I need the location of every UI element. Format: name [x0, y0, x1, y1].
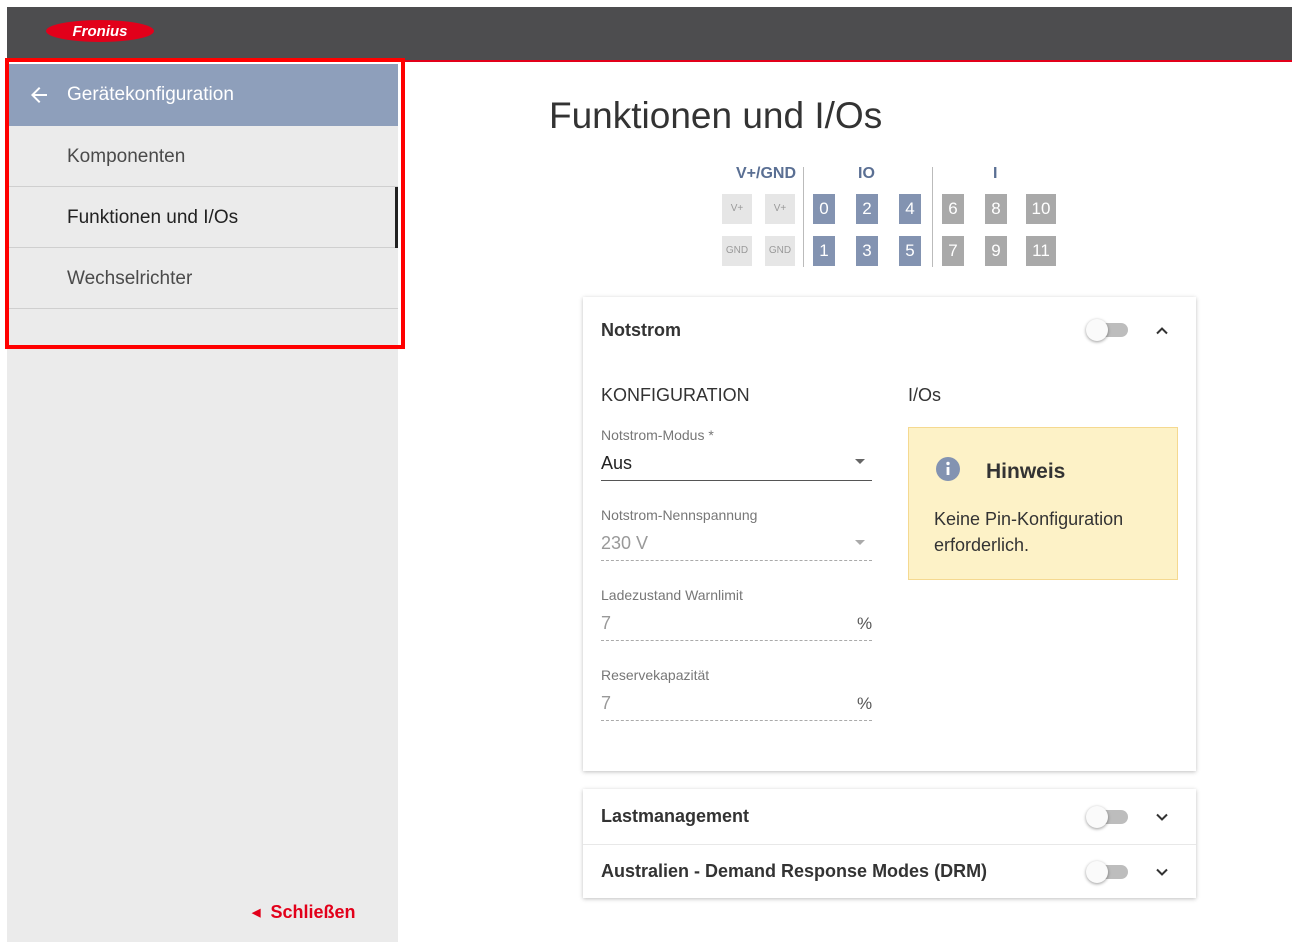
close-label: Schließen	[270, 902, 356, 922]
pin-vplus: V+	[722, 194, 752, 224]
warnlimit-input[interactable]: 7	[601, 613, 611, 634]
sidebar-item-funktionen-und-ios[interactable]: Funktionen und I/Os	[7, 187, 398, 248]
pin-gnd: GND	[722, 236, 752, 266]
pin-io-0[interactable]: 0	[813, 194, 835, 224]
sidebar-item-label: Komponenten	[67, 146, 186, 167]
top-bar: Fronius	[0, 0, 1292, 62]
pin-io-5[interactable]: 5	[899, 236, 921, 266]
reserve-unit: %	[857, 694, 873, 713]
notstrom-modus-select[interactable]: Aus	[601, 453, 632, 474]
lastmanagement-toggle[interactable]	[1086, 806, 1128, 828]
dropdown-arrow-icon[interactable]	[855, 540, 865, 545]
warnlimit-unit: %	[857, 614, 873, 633]
dropdown-arrow-icon[interactable]	[855, 459, 865, 464]
pin-overview: V+/GND IO I V+ V+ GND GND 0 2 4 1 3 5 6 …	[720, 163, 1060, 273]
divider	[583, 844, 1196, 845]
sidebar: Gerätekonfiguration Komponenten Funktion…	[7, 64, 398, 942]
pin-group-label-power: V+/GND	[736, 165, 797, 182]
pin-in-8[interactable]: 8	[985, 194, 1007, 224]
pin-in-7[interactable]: 7	[942, 236, 964, 266]
notstrom-card: Notstrom KONFIGURATION I/Os Notstrom-Mod…	[583, 297, 1196, 771]
notstrom-nennspannung-select[interactable]: 230 V	[601, 533, 648, 554]
field-underline	[601, 480, 872, 481]
pin-group-label-io: IO	[858, 165, 875, 182]
reserve-label: Reservekapazität	[601, 667, 710, 683]
sidebar-item-label: Wechselrichter	[67, 268, 193, 289]
chevron-down-icon[interactable]	[1154, 864, 1170, 880]
header-bar: Fronius	[7, 7, 1292, 62]
fronius-logo[interactable]: Fronius	[45, 19, 155, 43]
collapsed-cards: Lastmanagement Australien - Demand Respo…	[583, 789, 1196, 898]
warnlimit-label: Ladezustand Warnlimit	[601, 587, 743, 603]
sidebar-header[interactable]: Gerätekonfiguration	[7, 64, 398, 126]
svg-text:Fronius: Fronius	[73, 23, 128, 40]
pin-divider	[932, 167, 933, 267]
notstrom-modus-label: Notstrom-Modus *	[601, 427, 714, 443]
field-underline	[601, 560, 872, 561]
field-underline	[601, 640, 872, 641]
pin-vplus: V+	[765, 194, 795, 224]
info-icon	[936, 457, 960, 481]
notstrom-toggle[interactable]	[1086, 319, 1128, 341]
page-title: Funktionen und I/Os	[549, 95, 883, 136]
pin-gnd: GND	[765, 236, 795, 266]
pin-io-1[interactable]: 1	[813, 236, 835, 266]
drm-toggle[interactable]	[1086, 861, 1128, 883]
hint-title: Hinweis	[986, 460, 1066, 483]
notstrom-title[interactable]: Notstrom	[601, 320, 681, 341]
hint-box: Hinweis Keine Pin-Konfiguration erforder…	[908, 427, 1178, 580]
pin-in-11[interactable]: 11	[1026, 236, 1056, 266]
pin-in-10[interactable]: 10	[1026, 194, 1056, 224]
pin-io-2[interactable]: 2	[856, 194, 878, 224]
caret-left-icon: ◀	[252, 907, 261, 919]
reserve-input[interactable]: 7	[601, 693, 611, 714]
pin-in-9[interactable]: 9	[985, 236, 1007, 266]
sidebar-item-komponenten[interactable]: Komponenten	[7, 126, 398, 187]
chevron-down-icon[interactable]	[1154, 809, 1170, 825]
ios-heading: I/Os	[908, 385, 942, 405]
konfiguration-heading: KONFIGURATION	[601, 385, 750, 405]
drm-title[interactable]: Australien - Demand Response Modes (DRM)	[601, 861, 987, 882]
sidebar-item-wechselrichter[interactable]: Wechselrichter	[7, 248, 398, 309]
arrow-left-icon[interactable]	[27, 83, 51, 107]
sidebar-item-label: Funktionen und I/Os	[67, 207, 239, 228]
close-button[interactable]: ◀ Schließen	[252, 902, 356, 923]
chevron-up-icon[interactable]	[1154, 323, 1170, 339]
pin-group-label-input: I	[993, 165, 998, 182]
pin-in-6[interactable]: 6	[942, 194, 964, 224]
hint-text: Keine Pin-Konfiguration erforderlich.	[934, 509, 1124, 555]
pin-io-4[interactable]: 4	[899, 194, 921, 224]
sidebar-header-title: Gerätekonfiguration	[67, 84, 234, 105]
notstrom-nennspannung-label: Notstrom-Nennspannung	[601, 507, 758, 523]
lastmanagement-title[interactable]: Lastmanagement	[601, 806, 749, 827]
pin-io-3[interactable]: 3	[856, 236, 878, 266]
pin-divider	[803, 167, 804, 267]
field-underline	[601, 720, 872, 721]
